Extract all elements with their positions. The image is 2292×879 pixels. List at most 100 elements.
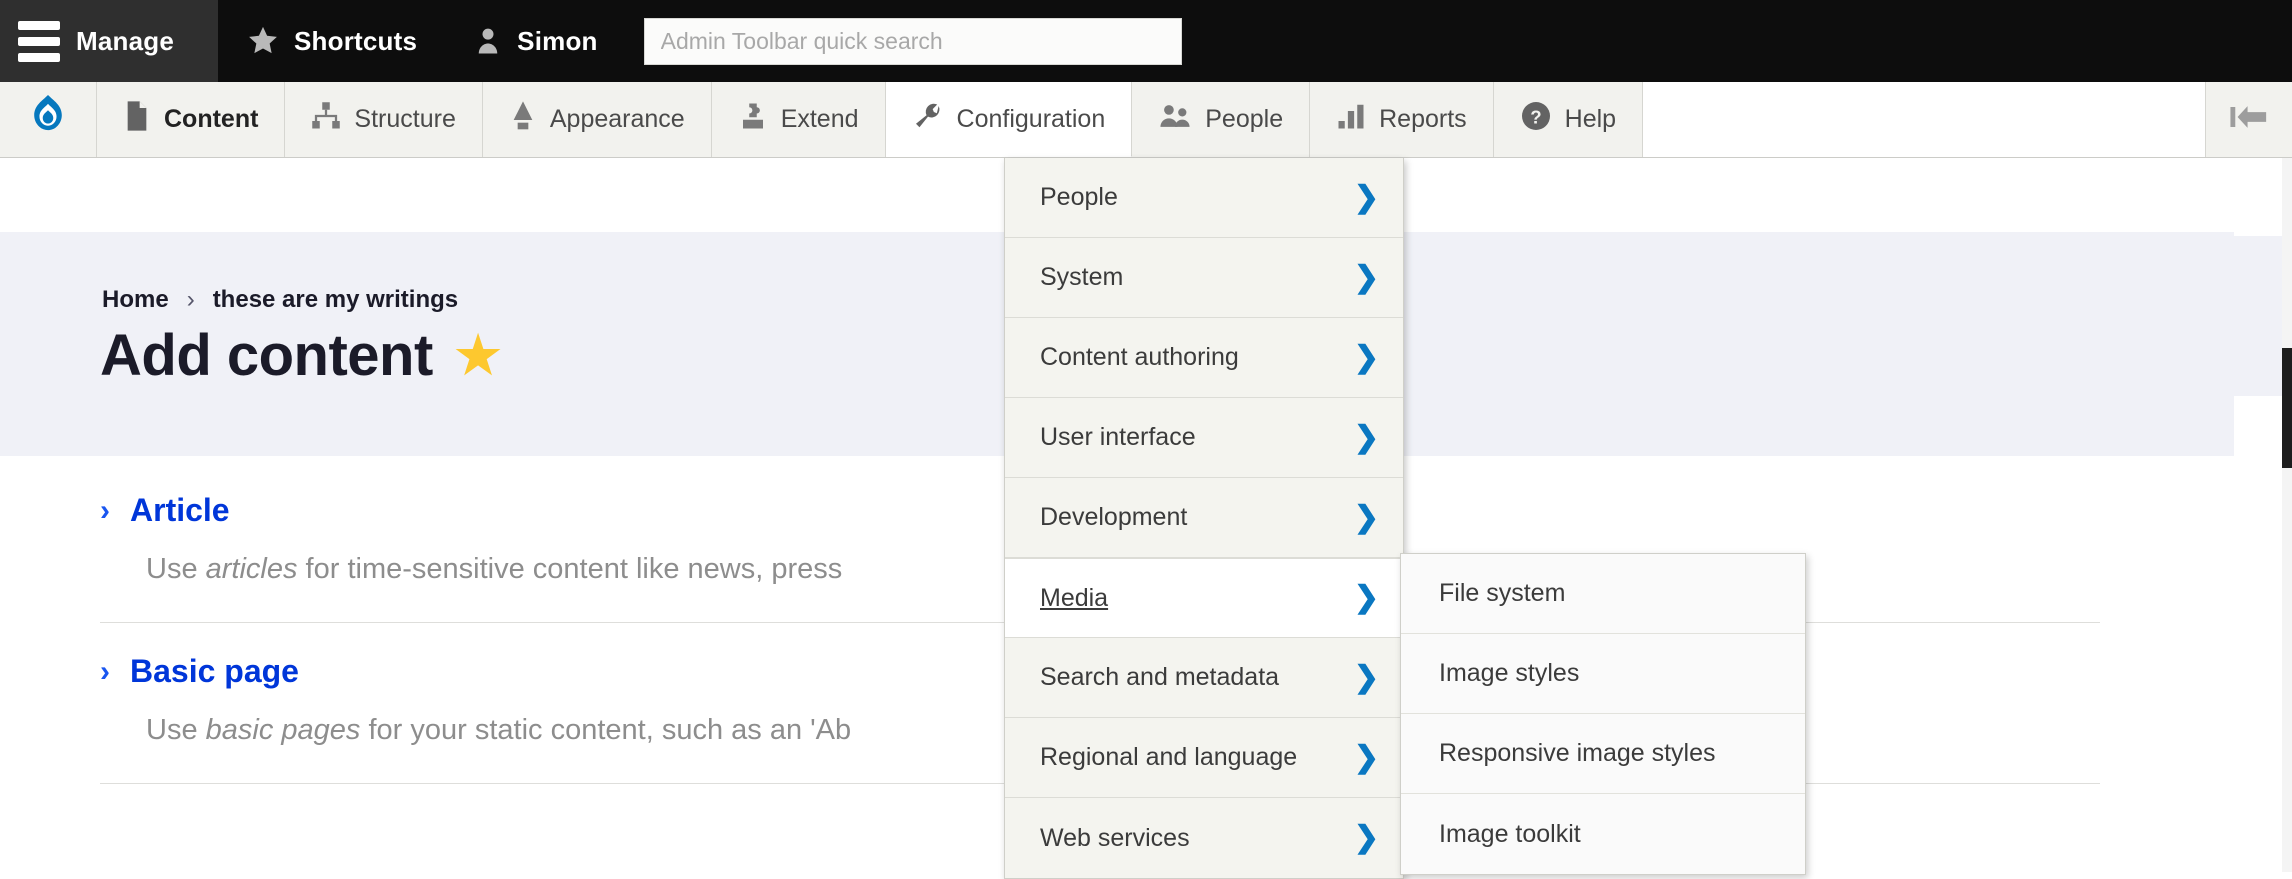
extend-puzzle-icon [738, 100, 768, 139]
menu-item-structure-label: Structure [354, 105, 456, 133]
page-title: Add content ★ [100, 322, 501, 389]
chevron-right-icon: ❯ [1353, 260, 1379, 294]
dropdown-item-content-authoring[interactable]: Content authoring ❯ [1005, 318, 1403, 398]
page-title-text: Add content [100, 323, 433, 388]
shortcuts-label: Shortcuts [294, 25, 418, 56]
menu-item-extend[interactable]: Extend [711, 82, 886, 157]
svg-text:?: ? [1530, 106, 1541, 127]
menu-item-content-label: Content [164, 105, 259, 133]
chevron-right-icon: › [186, 286, 195, 313]
admin-menu-bar: Content Structure Appearance Extend Conf… [0, 82, 2292, 158]
media-submenu: File system Image styles Responsive imag… [1400, 553, 1806, 875]
chevron-right-icon: ❯ [1353, 180, 1379, 214]
chevron-right-icon: ❯ [1353, 740, 1379, 774]
configuration-dropdown-menu: People ❯ System ❯ Content authoring ❯ Us… [1004, 158, 1404, 879]
chevron-right-icon: ❯ [1353, 340, 1379, 374]
star-icon [246, 24, 280, 58]
menu-item-help-label: Help [1564, 105, 1617, 133]
dropdown-item-search-and-metadata[interactable]: Search and metadata ❯ [1005, 638, 1403, 718]
drupal-home-link[interactable] [0, 82, 97, 157]
dropdown-item-system[interactable]: System ❯ [1005, 238, 1403, 318]
dropdown-item-web-services[interactable]: Web services ❯ [1005, 798, 1403, 878]
menu-item-structure[interactable]: Structure [285, 82, 483, 157]
desc-after: for time-sensitive content like news, pr… [297, 553, 843, 585]
chevron-right-icon: ❯ [1353, 420, 1379, 454]
dropdown-item-user-interface-label: User interface [1040, 423, 1196, 451]
user-label: Simon [517, 25, 598, 56]
submenu-item-file-system[interactable]: File system [1401, 554, 1805, 634]
breadcrumb-home-link[interactable]: Home [102, 286, 169, 314]
manage-menu-button[interactable]: Manage [0, 0, 218, 82]
reports-bars-icon [1336, 101, 1366, 138]
submenu-item-image-toolkit-label: Image toolkit [1439, 819, 1581, 848]
menu-item-people-label: People [1205, 105, 1284, 133]
dropdown-item-content-authoring-label: Content authoring [1040, 343, 1239, 371]
scrollbar-thumb[interactable] [2282, 348, 2292, 468]
people-icon [1158, 101, 1192, 138]
chevron-right-icon: ❯ [1353, 660, 1379, 694]
menu-item-configuration-label: Configuration [956, 104, 1106, 133]
dropdown-item-regional-and-language-label: Regional and language [1040, 743, 1298, 771]
menu-item-appearance-label: Appearance [549, 105, 685, 133]
submenu-item-image-toolkit[interactable]: Image toolkit [1401, 794, 1805, 874]
shortcuts-button[interactable]: Shortcuts [218, 0, 445, 82]
dropdown-item-system-label: System [1040, 263, 1124, 291]
user-account-button[interactable]: Simon [445, 0, 625, 82]
help-question-icon: ? [1520, 100, 1552, 139]
manage-label: Manage [76, 25, 175, 56]
breadcrumb: Home › these are my writings [102, 286, 458, 314]
chevron-right-icon: › [100, 654, 110, 688]
dropdown-item-web-services-label: Web services [1040, 823, 1190, 852]
dropdown-item-people[interactable]: People ❯ [1005, 158, 1403, 238]
hamburger-icon [18, 20, 60, 62]
menu-item-extend-label: Extend [780, 105, 859, 133]
desc-before: Use [146, 714, 206, 746]
quick-search-container [626, 0, 1182, 82]
breadcrumb-current: these are my writings [212, 286, 459, 313]
menu-item-people[interactable]: People [1132, 82, 1311, 157]
dropdown-item-media[interactable]: Media ❯ [1005, 558, 1403, 638]
content-page-icon [123, 100, 151, 139]
desc-emphasis: articles [205, 553, 298, 585]
menu-bar-spacer [1643, 82, 2206, 157]
dropdown-item-development[interactable]: Development ❯ [1005, 478, 1403, 558]
favorite-star-icon[interactable]: ★ [455, 330, 502, 382]
admin-toolbar-top: Manage Shortcuts Simon [0, 0, 2292, 82]
submenu-item-responsive-image-styles[interactable]: Responsive image styles [1401, 714, 1805, 794]
submenu-item-image-styles[interactable]: Image styles [1401, 634, 1805, 714]
content-type-basic-page-label: Basic page [130, 653, 299, 689]
dropdown-item-regional-and-language[interactable]: Regional and language ❯ [1005, 718, 1403, 798]
submenu-item-file-system-label: File system [1439, 579, 1566, 607]
right-edge-artifacts [2234, 158, 2292, 872]
dropdown-item-development-label: Development [1040, 503, 1188, 531]
desc-emphasis: basic pages [205, 714, 361, 746]
content-type-article-label: Article [130, 492, 230, 528]
submenu-item-image-styles-label: Image styles [1439, 659, 1580, 687]
drupal-drop-icon [28, 93, 68, 146]
search-input[interactable] [643, 17, 1182, 65]
appearance-brush-icon [509, 100, 537, 139]
person-icon [473, 24, 503, 58]
submenu-item-responsive-image-styles-label: Responsive image styles [1439, 739, 1716, 767]
structure-icon [311, 101, 341, 138]
menu-item-content[interactable]: Content [97, 82, 286, 157]
chevron-right-icon: › [100, 493, 110, 527]
dropdown-item-people-label: People [1040, 183, 1118, 211]
menu-item-configuration[interactable]: Configuration [885, 82, 1133, 157]
menu-item-reports[interactable]: Reports [1310, 82, 1494, 157]
chevron-right-icon: ❯ [1353, 821, 1379, 854]
chevron-right-icon: ❯ [1353, 581, 1379, 614]
chevron-right-icon: ❯ [1353, 500, 1379, 534]
desc-after: for your static content, such as an 'Ab [360, 714, 852, 746]
toolbar-collapse-button[interactable] [2206, 82, 2292, 157]
menu-item-reports-label: Reports [1379, 105, 1467, 133]
scrollbar-track[interactable] [2282, 158, 2292, 872]
menu-item-appearance[interactable]: Appearance [482, 82, 712, 157]
collapse-left-arrow-icon [2229, 102, 2269, 137]
dropdown-item-search-and-metadata-label: Search and metadata [1040, 663, 1280, 691]
configuration-wrench-icon [912, 100, 944, 139]
desc-before: Use [146, 553, 206, 585]
dropdown-item-user-interface[interactable]: User interface ❯ [1005, 398, 1403, 478]
dropdown-item-media-label: Media [1040, 583, 1109, 612]
menu-item-help[interactable]: ? Help [1493, 82, 1644, 157]
